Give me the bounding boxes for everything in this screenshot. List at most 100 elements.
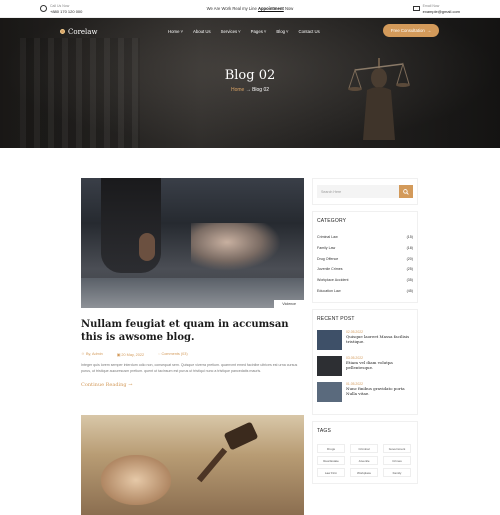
nav-item-contact[interactable]: Contact Us xyxy=(299,29,320,34)
category-item[interactable]: Education Law (45) xyxy=(317,285,413,296)
justice-statue-image xyxy=(348,58,410,140)
search-button[interactable] xyxy=(399,185,413,198)
category-count: (15) xyxy=(406,235,413,240)
image-victim xyxy=(191,223,281,271)
announcement: We Are Work Real my Line Appointment Now xyxy=(0,6,500,11)
nav-blog-label: Blog xyxy=(276,29,285,34)
category-name: Criminal Law xyxy=(317,235,338,240)
arrow-right-icon: → xyxy=(128,382,133,388)
second-post-image[interactable] xyxy=(81,415,304,515)
blog-post: Violence Nullam feugiat et quam in accum… xyxy=(81,178,304,515)
post-category-tag[interactable]: Violence xyxy=(274,300,304,308)
recent-post-thumbnail[interactable] xyxy=(317,382,342,403)
recent-post-title-text[interactable]: Nunc finibus gravidato porta Nulla vitae… xyxy=(346,386,413,396)
nav-home-label: Home xyxy=(168,29,180,34)
category-count: (35) xyxy=(406,278,413,283)
category-item[interactable]: Criminal Law (15) xyxy=(317,232,413,243)
search-input[interactable]: Search Here xyxy=(317,185,399,198)
nav-about-label: About Us xyxy=(192,29,211,34)
category-count: (20) xyxy=(406,256,413,261)
tag-pill[interactable]: Crimes xyxy=(383,456,411,466)
tag-pill[interactable]: Drugs xyxy=(317,444,345,454)
post-date: ▣ 20 May, 2022 xyxy=(117,352,144,357)
image-bed xyxy=(81,278,304,308)
recent-post-title-text[interactable]: Quisque laoreet Massa facilisis tristiqu… xyxy=(346,334,413,344)
category-item[interactable]: Juvenile Crimes (25) xyxy=(317,264,413,275)
tag-pill[interactable]: Family xyxy=(383,468,411,478)
nav-item-blog[interactable]: Blog ˅ xyxy=(276,29,288,34)
category-name: Juvenile Crimes xyxy=(317,267,343,272)
recent-post-item[interactable]: 01.05.2022 Nunc finibus gravidato porta N… xyxy=(317,382,413,403)
category-item[interactable]: Workplace Accident (35) xyxy=(317,275,413,286)
search-widget: Search Here xyxy=(312,178,418,205)
announcement-text: We Are Work Real my Line xyxy=(206,6,257,11)
arrow-right-icon: → xyxy=(426,28,432,33)
top-bar: Call Us Now +880 170 120 000 We Are Work… xyxy=(0,0,500,18)
category-title: CATEGORY xyxy=(317,218,347,224)
chevron-down-icon: ˅ xyxy=(263,29,267,34)
nav-item-services[interactable]: Services ˅ xyxy=(221,29,241,34)
nav-item-pages[interactable]: Pages ˅ xyxy=(251,29,267,34)
recent-post-thumbnail[interactable] xyxy=(317,356,342,377)
breadcrumb-current: Blog 02 xyxy=(252,87,270,93)
logo-icon xyxy=(60,29,65,34)
announcement-suffix: Now xyxy=(284,6,294,11)
category-count: (18) xyxy=(406,246,413,251)
recent-post-title-text[interactable]: Etiam vel diam volutpa pellentesque. xyxy=(346,360,413,370)
cta-label: Free Consultation xyxy=(390,28,425,33)
category-name: Drug Offence xyxy=(317,256,339,261)
category-list: Criminal Law (15) Family Law (18) Drug Offen… xyxy=(317,232,413,296)
main-nav: Corelaw Home ˅ About Us Services ˅ Pages ˅ … xyxy=(0,18,500,45)
category-item[interactable]: Drug Offence (20) xyxy=(317,253,413,264)
category-count: (25) xyxy=(406,267,413,272)
nav-contact-label: Contact Us xyxy=(298,29,320,34)
recent-post-item[interactable]: 02.05.2022 Quisque laoreet Massa facilisi… xyxy=(317,330,413,351)
logo[interactable]: Corelaw xyxy=(60,28,97,36)
chevron-down-icon: ˅ xyxy=(180,29,183,34)
post-comments[interactable]: ◌ Comments (03) xyxy=(158,352,187,357)
tag-list: Drugs Criminal Government Real Estate Juveni… xyxy=(317,444,413,478)
breadcrumb: Home → Blog 02 xyxy=(0,87,500,93)
recent-post-widget: RECENT POST 02.05.2022 Quisque laoreet Ma… xyxy=(312,309,418,416)
recent-post-thumbnail[interactable] xyxy=(317,330,342,351)
free-consultation-button[interactable]: Free Consultation → xyxy=(383,24,439,37)
continue-reading-link[interactable]: Continue Reading → xyxy=(81,382,304,388)
nav-menu: Home ˅ About Us Services ˅ Pages ˅ Blog ˅ Co… xyxy=(168,29,320,34)
tag-pill[interactable]: Government xyxy=(383,444,411,454)
tag-pill[interactable]: Juvenile xyxy=(350,456,378,466)
post-meta: ☺ By, Admin ▣ 20 May, 2022 ◌ Comments (0… xyxy=(81,352,304,357)
chevron-down-icon: ˅ xyxy=(238,29,241,34)
comments-text: Comments (03) xyxy=(161,352,188,356)
image-gavel xyxy=(223,421,259,451)
image-hand xyxy=(101,455,171,505)
tags-widget: TAGS Drugs Criminal Government Real Estate J… xyxy=(312,421,418,485)
tag-pill[interactable]: Workplace xyxy=(350,468,378,478)
nav-item-about[interactable]: About Us xyxy=(193,29,211,34)
post-title[interactable]: Nullam feugiat et quam in accumsan this … xyxy=(81,318,304,344)
appointment-link[interactable]: Appointment xyxy=(258,6,284,11)
author-text: By, Admin xyxy=(85,352,103,356)
category-count: (45) xyxy=(406,288,413,293)
recent-post-list: 02.05.2022 Quisque laoreet Massa facilisi… xyxy=(317,330,413,403)
nav-item-home[interactable]: Home ˅ xyxy=(168,29,183,34)
recent-post-title: RECENT POST xyxy=(317,316,355,323)
post-author[interactable]: ☺ By, Admin xyxy=(81,352,103,357)
image-fist xyxy=(139,233,155,261)
sidebar: Search Here CATEGORY Criminal Law (15) Fam… xyxy=(312,178,418,485)
nav-services-label: Services xyxy=(220,29,238,34)
tag-pill[interactable]: Real Estate xyxy=(317,456,345,466)
category-item[interactable]: Family Law (18) xyxy=(317,243,413,254)
post-image[interactable]: Violence xyxy=(81,178,304,308)
category-widget: CATEGORY Criminal Law (15) Family Law (18) D… xyxy=(312,211,418,304)
tags-title: TAGS xyxy=(317,428,332,435)
date-text: 20 May, 2022 xyxy=(121,353,145,357)
breadcrumb-home[interactable]: Home xyxy=(231,87,244,93)
recent-post-item[interactable]: 03.05.2022 Etiam vel diam volutpa pellent… xyxy=(317,356,413,377)
category-name: Education Law xyxy=(317,288,341,293)
chevron-down-icon: ˅ xyxy=(285,29,289,34)
logo-text: Corelaw xyxy=(68,27,98,36)
read-more-label: Continue Reading xyxy=(81,382,127,388)
page-title: Blog 02 xyxy=(224,68,276,83)
tag-pill[interactable]: Criminal xyxy=(350,444,378,454)
tag-pill[interactable]: Law Firm xyxy=(317,468,345,478)
